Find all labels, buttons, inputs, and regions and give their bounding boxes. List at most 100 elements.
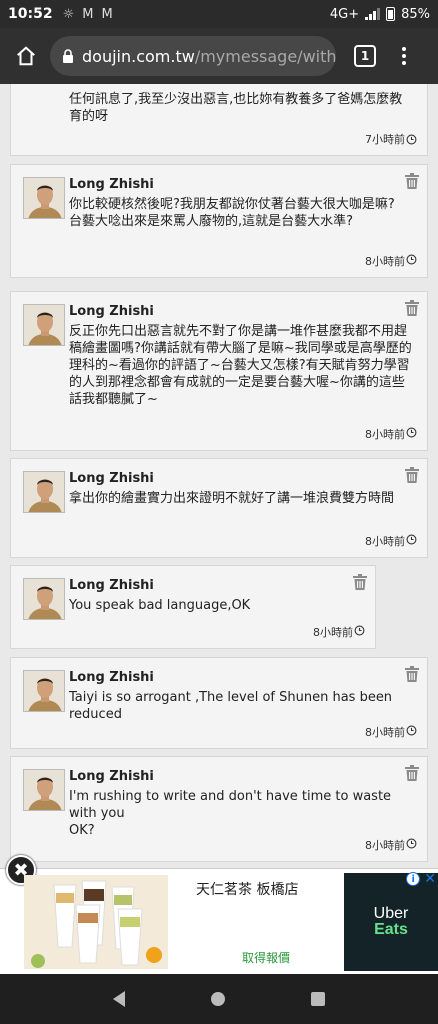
message-text: 你比較硬核然後呢?我朋友都說你仗著台藝大很大咖是嘛? 台藝大唸出來是來罵人廢物的…	[69, 197, 395, 229]
author-name[interactable]: Long Zhishi	[69, 177, 154, 192]
message-card: Long Zhishi 拿出你的繪畫實力出來證明不就好了講一堆浪費雙方時間 8小…	[10, 458, 428, 558]
clock-icon-wrap	[406, 254, 417, 268]
gmail-icon: M	[101, 6, 113, 22]
avatar[interactable]	[23, 471, 65, 513]
message-time-label: 8小時前	[365, 428, 405, 441]
ad-choices[interactable]: i ✕	[406, 871, 436, 887]
message-time-label: 8小時前	[365, 726, 405, 739]
clock-icon	[406, 427, 417, 438]
author-name[interactable]: Long Zhishi	[69, 578, 154, 593]
logo-line2: Eats	[374, 921, 408, 938]
lock-icon	[62, 49, 74, 63]
delete-button[interactable]	[405, 666, 419, 686]
url-bar[interactable]: doujin.com.tw/mymessage/with	[50, 36, 336, 76]
overflow-menu-button[interactable]	[396, 47, 412, 65]
clock-icon-wrap	[406, 427, 417, 441]
author-name[interactable]: Long Zhishi	[69, 769, 154, 784]
avatar[interactable]	[23, 578, 65, 620]
ad-title[interactable]: 天仁茗茶 板橋店	[196, 879, 298, 899]
author-name[interactable]: Long Zhishi	[69, 670, 154, 685]
battery-level: 85%	[401, 6, 430, 22]
message-time-label: 8小時前	[313, 626, 353, 639]
trash-icon	[405, 467, 419, 483]
ad-cta-link[interactable]: 取得報價	[242, 949, 290, 966]
tab-switcher-button[interactable]: 1	[354, 45, 376, 67]
message-text: 任何訊息了,我至少沒出惡言,也比妳有教養多了爸媽怎麼教育的呀	[69, 92, 403, 124]
home-nav-button[interactable]	[211, 992, 225, 1006]
message-card: 任何訊息了,我至少沒出惡言,也比妳有教養多了爸媽怎麼教育的呀 7小時前	[10, 84, 428, 156]
avatar-image	[24, 671, 64, 711]
signal-icon	[365, 8, 381, 20]
clock-icon-wrap	[354, 625, 365, 639]
message-time-label: 8小時前	[365, 535, 405, 548]
avatar[interactable]	[23, 304, 65, 346]
clock-icon	[406, 134, 417, 144]
ad-product-image[interactable]	[24, 875, 168, 969]
clock-icon-wrap	[406, 838, 417, 852]
clock: 10:52	[8, 6, 53, 22]
android-nav-bar	[0, 974, 438, 1024]
message-text: You speak bad language,OK	[69, 598, 251, 613]
close-icon[interactable]: ✕	[424, 871, 436, 887]
message-card: Long Zhishi 你比較硬核然後呢?我朋友都說你仗著台藝大很大咖是嘛? 台…	[10, 164, 428, 278]
delete-button[interactable]	[405, 300, 419, 320]
trash-icon	[405, 765, 419, 781]
delete-button[interactable]	[405, 467, 419, 487]
weather-icon: ☼	[62, 6, 75, 22]
message-text: Taiyi is so arrogant ,The level of Shune…	[69, 690, 393, 722]
clock-icon	[354, 625, 365, 636]
message-time-label: 8小時前	[365, 255, 405, 268]
message-time-label: 7小時前	[365, 133, 405, 146]
message-card: Long Zhishi You speak bad language,OK 8小…	[10, 565, 376, 649]
message-time-label: 8小時前	[365, 839, 405, 852]
avatar-image	[24, 178, 64, 218]
message-card: Long Zhishi 反正你先口出惡言就先不對了你是講一堆作甚麼我都不用趕稿繪…	[10, 291, 428, 451]
url-host: doujin.com.tw	[82, 46, 195, 66]
delete-button[interactable]	[405, 173, 419, 193]
message-card: Long Zhishi Taiyi is so arrogant ,The le…	[10, 657, 428, 749]
home-button[interactable]	[8, 38, 44, 74]
message-time: 8小時前	[365, 837, 417, 853]
avatar-image	[24, 770, 64, 810]
message-card: Long Zhishi I'm rushing to write and don…	[10, 756, 428, 862]
delete-button[interactable]	[353, 574, 367, 594]
avatar-image	[24, 472, 64, 512]
url-path: /mymessage/with	[194, 46, 336, 66]
message-time: 8小時前	[365, 724, 417, 740]
logo-line1: Uber	[373, 905, 409, 922]
trash-icon	[353, 574, 367, 590]
clock-icon	[406, 725, 417, 736]
avatar-image	[24, 305, 64, 345]
avatar-image	[24, 579, 64, 619]
info-icon[interactable]: i	[406, 872, 421, 886]
ad-banner[interactable]: ✖ 天仁茗茶 板橋店 取得報價 Uber Eats i ✕	[0, 855, 438, 974]
message-text: I'm rushing to write and don't have time…	[69, 789, 392, 838]
message-time: 8小時前	[313, 624, 365, 640]
clock-icon-wrap	[406, 534, 417, 548]
clock-icon-wrap	[406, 725, 417, 739]
battery-icon	[386, 7, 396, 21]
back-button[interactable]	[113, 991, 125, 1007]
avatar[interactable]	[23, 670, 65, 712]
message-time: 8小時前	[365, 533, 417, 549]
trash-icon	[405, 173, 419, 189]
message-time: 8小時前	[365, 253, 417, 269]
trash-icon	[405, 300, 419, 316]
author-name[interactable]: Long Zhishi	[69, 471, 154, 486]
avatar[interactable]	[23, 769, 65, 811]
message-list: 任何訊息了,我至少沒出惡言,也比妳有教養多了爸媽怎麼教育的呀 7小時前 Long…	[0, 84, 438, 868]
message-time: 8小時前	[365, 426, 417, 442]
browser-toolbar: doujin.com.tw/mymessage/with 1	[0, 28, 438, 84]
clock-icon	[406, 838, 417, 849]
avatar[interactable]	[23, 177, 65, 219]
recents-button[interactable]	[311, 992, 325, 1006]
network-label: 4G+	[329, 6, 360, 22]
gmail-icon: M	[82, 6, 94, 22]
delete-button[interactable]	[405, 765, 419, 785]
home-icon	[17, 46, 35, 66]
clock-icon	[406, 254, 417, 265]
message-text: 反正你先口出惡言就先不對了你是講一堆作甚麼我都不用趕稿繪畫圖嗎?你講話就有帶大腦…	[69, 324, 412, 407]
author-name[interactable]: Long Zhishi	[69, 304, 154, 319]
status-bar: 10:52 ☼ M M 4G+ 85%	[0, 0, 438, 28]
ad-brand-logo[interactable]: Uber Eats	[344, 873, 438, 971]
